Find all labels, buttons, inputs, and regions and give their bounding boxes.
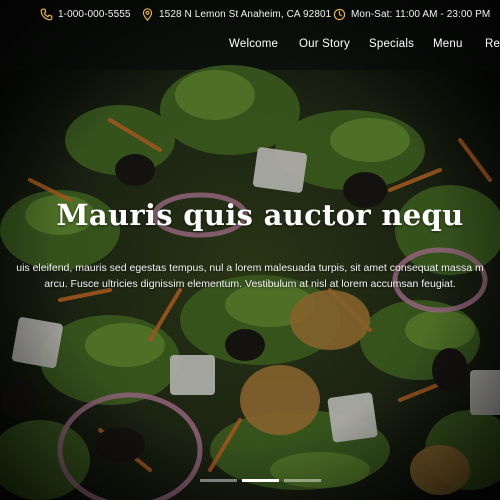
phone-number: 1-000-000-5555	[58, 9, 131, 20]
slider-dot-1[interactable]	[200, 479, 237, 482]
hero-subtitle-line-1: uis eleifend, mauris sed egestas tempus,…	[16, 262, 484, 274]
nav-item-reservations[interactable]: Re	[485, 38, 500, 50]
nav-item-our-story[interactable]: Our Story	[299, 38, 350, 50]
address-info[interactable]: 1528 N Lemon St Anaheim, CA 92801	[141, 8, 331, 21]
hours-text: Mon-Sat: 11:00 AM - 23:00 PM	[351, 9, 491, 20]
slider-dot-3[interactable]	[284, 479, 321, 482]
top-info-bar: 1-000-000-5555 1528 N Lemon St Anaheim, …	[0, 0, 500, 30]
nav-item-specials[interactable]: Specials	[369, 38, 414, 50]
hero-background-image	[0, 0, 500, 500]
phone-icon	[40, 8, 53, 21]
address-text: 1528 N Lemon St Anaheim, CA 92801	[159, 9, 332, 20]
hero-subtitle-line-2: arcu. Fusce ultricies dignissim elementu…	[44, 278, 456, 290]
hours-info: Mon-Sat: 11:00 AM - 23:00 PM	[333, 8, 490, 21]
hero-title: Mauris quis auctor nequ	[56, 198, 464, 232]
phone-info[interactable]: 1-000-000-5555	[40, 8, 131, 21]
main-nav: Welcome Our Story Specials Menu Re	[0, 38, 500, 54]
map-pin-icon	[142, 8, 153, 21]
nav-item-welcome[interactable]: Welcome	[229, 38, 278, 50]
slider-dot-2[interactable]	[242, 479, 279, 482]
hero-dim-overlay	[0, 0, 500, 500]
clock-icon	[333, 8, 346, 21]
nav-item-menu[interactable]: Menu	[433, 38, 463, 50]
slider-indicators	[200, 479, 322, 483]
